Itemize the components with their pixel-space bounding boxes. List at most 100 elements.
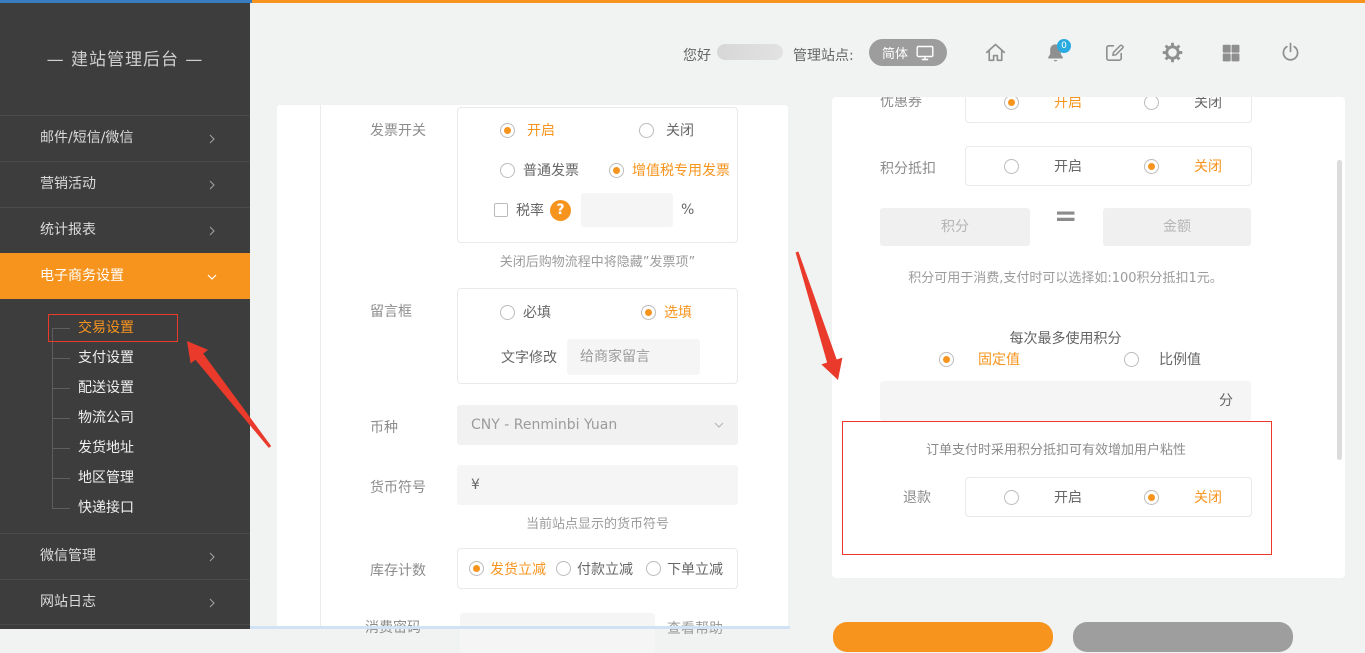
points-deduction-box: 开启 关闭 [965, 146, 1252, 186]
message-required-radio[interactable] [500, 305, 515, 320]
plain-invoice-option[interactable]: 普通发票 [523, 160, 579, 180]
submenu-item-label: 发货地址 [78, 440, 134, 456]
stock-order-radio[interactable] [646, 561, 661, 576]
plain-invoice-radio[interactable] [500, 163, 515, 178]
message-box: 必填 选填 文字修改 给商家留言 [457, 288, 738, 384]
sidebar-item-marketing[interactable]: 营销活动 [0, 161, 250, 207]
cancel-button[interactable] [1073, 622, 1293, 652]
tax-rate-checkbox[interactable] [494, 203, 508, 217]
stock-pay-option[interactable]: 付款立减 [577, 559, 633, 579]
submenu-item-express-interface[interactable]: 快递接口 [0, 493, 250, 523]
equals-sign: = [1054, 199, 1077, 232]
message-text-input[interactable]: 给商家留言 [567, 339, 700, 375]
pay-password-input[interactable] [460, 613, 655, 653]
chevron-right-icon [206, 225, 218, 237]
coupon-on-radio[interactable] [1004, 97, 1019, 110]
monitor-icon [916, 45, 934, 61]
tax-rate-input[interactable] [581, 193, 673, 227]
points-input[interactable]: 积分 [880, 208, 1030, 246]
stock-order-option[interactable]: 下单立减 [667, 559, 723, 579]
invoice-off-option[interactable]: 关闭 [666, 120, 694, 140]
fixed-value-radio[interactable] [939, 352, 954, 367]
points-on-option[interactable]: 开启 [1054, 156, 1082, 176]
coupon-off-option[interactable]: 关闭 [1194, 97, 1222, 112]
coupon-row: 开启 关闭 [966, 97, 1251, 122]
currency-value: CNY - Renminbi Yuan [471, 417, 617, 433]
sidebar-item-label: 电子商务设置 [40, 268, 124, 284]
max-points-mode-row: 固定值 比例值 [939, 349, 1201, 369]
sidebar-item-label: 统计报表 [40, 222, 96, 238]
manage-site-label: 管理站点: [793, 45, 854, 65]
submenu-item-transaction-settings[interactable]: 交易设置 [0, 313, 250, 343]
message-optional-option[interactable]: 选填 [664, 302, 692, 322]
edit-icon[interactable] [1103, 41, 1126, 64]
sidebar-item-mail-sms-wechat[interactable]: 邮件/短信/微信 [0, 115, 250, 161]
scrollbar-thumb[interactable] [1337, 160, 1342, 460]
power-logout-icon[interactable] [1279, 41, 1302, 64]
username-redacted [717, 44, 783, 60]
refund-label: 退款 [903, 487, 931, 507]
chevron-right-icon [206, 133, 218, 145]
message-required-row: 必填 选填 [458, 291, 737, 333]
chevron-down-icon [206, 271, 218, 283]
coupon-label: 优惠券 [880, 97, 922, 111]
amount-input[interactable]: 金额 [1103, 208, 1251, 246]
message-required-option[interactable]: 必填 [523, 302, 551, 322]
submenu-item-delivery-settings[interactable]: 配送设置 [0, 373, 250, 403]
greeting-text: 您好 [683, 45, 711, 65]
points-placeholder: 积分 [941, 219, 969, 235]
message-box-label: 留言框 [370, 301, 412, 321]
ratio-value-option[interactable]: 比例值 [1159, 349, 1201, 369]
currency-label: 币种 [370, 417, 398, 437]
stock-ship-option[interactable]: 发货立减 [490, 559, 546, 579]
vat-invoice-radio[interactable] [609, 163, 624, 178]
points-off-radio[interactable] [1144, 159, 1159, 174]
points-on-radio[interactable] [1004, 159, 1019, 174]
ratio-value-radio[interactable] [1124, 352, 1139, 367]
settings-gear-icon[interactable] [1161, 41, 1184, 64]
invoice-type-row: 普通发票 增值税专用发票 [458, 150, 737, 190]
sidebar-item-statistics[interactable]: 统计报表 [0, 207, 250, 253]
save-button[interactable] [833, 622, 1053, 652]
points-off-option[interactable]: 关闭 [1194, 156, 1222, 176]
invoice-off-radio[interactable] [639, 123, 654, 138]
sidebar-nav: 邮件/短信/微信 营销活动 统计报表 电子商务设置 交易设置 支付设置 配送设置… [0, 115, 250, 625]
refund-off-radio[interactable] [1144, 490, 1159, 505]
sidebar-item-ecommerce-settings[interactable]: 电子商务设置 [0, 253, 250, 299]
sidebar-item-label: 网站日志 [40, 594, 96, 610]
invoice-on-option[interactable]: 开启 [527, 120, 555, 140]
invoice-help-text: 关闭后购物流程中将隐藏”发票项” [457, 251, 738, 270]
sidebar-item-wechat-management[interactable]: 微信管理 [0, 533, 250, 579]
sidebar-item-label: 微信管理 [40, 548, 96, 564]
currency-symbol-input[interactable]: ¥ [457, 465, 738, 505]
refund-on-radio[interactable] [1004, 490, 1019, 505]
invoice-on-radio[interactable] [500, 123, 515, 138]
submenu-item-logistics-company[interactable]: 物流公司 [0, 403, 250, 433]
home-icon[interactable] [983, 40, 1008, 65]
coupon-on-option[interactable]: 开启 [1054, 97, 1082, 112]
submenu-item-region-management[interactable]: 地区管理 [0, 463, 250, 493]
vat-invoice-option[interactable]: 增值税专用发票 [632, 160, 730, 180]
invoice-switch-box: 开启 关闭 普通发票 增值税专用发票 税率 ? % [457, 107, 738, 243]
message-optional-radio[interactable] [641, 305, 656, 320]
refund-off-option[interactable]: 关闭 [1194, 487, 1222, 507]
currency-select[interactable]: CNY - Renminbi Yuan [457, 405, 738, 445]
coupon-off-radio[interactable] [1144, 97, 1159, 110]
apps-grid-icon[interactable] [1220, 42, 1242, 64]
help-question-icon[interactable]: ? [550, 200, 571, 221]
submenu-item-label: 支付设置 [78, 350, 134, 366]
site-language-pill[interactable]: 简体 [869, 39, 947, 66]
coupon-box: 开启 关闭 [965, 97, 1252, 123]
sidebar-item-site-log[interactable]: 网站日志 [0, 579, 250, 625]
stock-ship-radio[interactable] [469, 561, 484, 576]
submenu-item-payment-settings[interactable]: 支付设置 [0, 343, 250, 373]
refund-box: 开启 关闭 [965, 477, 1252, 517]
submenu-item-shipping-address[interactable]: 发货地址 [0, 433, 250, 463]
points-note-text: 订单支付时采用积分抵扣可有效增加用户粘性 [891, 439, 1221, 458]
stock-pay-radio[interactable] [556, 561, 571, 576]
max-points-input[interactable]: 分 [880, 381, 1251, 421]
refund-on-option[interactable]: 开启 [1054, 487, 1082, 507]
fixed-value-option[interactable]: 固定值 [978, 349, 1020, 369]
points-deduction-row: 开启 关闭 [966, 147, 1251, 185]
sidebar: — 建站管理后台 — 邮件/短信/微信 营销活动 统计报表 电子商务设置 交易设… [0, 3, 250, 629]
